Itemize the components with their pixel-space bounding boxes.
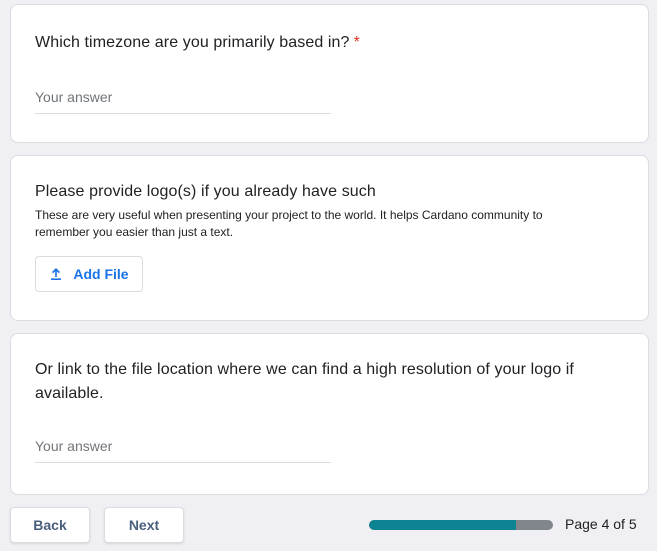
add-file-label: Add File: [73, 266, 129, 282]
page-indicator: Page 4 of 5: [565, 516, 637, 532]
question-title: Which timezone are you primarily based i…: [35, 31, 608, 55]
required-asterisk: *: [353, 34, 360, 51]
question-title: Or link to the file location where we ca…: [35, 361, 574, 402]
add-file-button[interactable]: Add File: [35, 256, 143, 292]
question-title-text: Which timezone are you primarily based i…: [35, 34, 350, 51]
answer-field-container: [35, 434, 331, 463]
progress-bar: [369, 520, 553, 530]
question-card-logo-link: Or link to the file location where we ca…: [10, 333, 649, 495]
answer-field-container: [35, 85, 331, 114]
timezone-answer-input[interactable]: [35, 85, 331, 109]
upload-icon: [51, 268, 62, 280]
question-description: These are very useful when presenting yo…: [35, 208, 543, 239]
logo-link-answer-input[interactable]: [35, 434, 331, 458]
next-button[interactable]: Next: [104, 507, 184, 543]
question-title: Please provide logo(s) if you already ha…: [35, 183, 376, 200]
question-card-timezone: Which timezone are you primarily based i…: [10, 4, 649, 143]
back-button[interactable]: Back: [10, 507, 90, 543]
progress-bar-fill: [369, 520, 517, 530]
question-card-logo-upload: Please provide logo(s) if you already ha…: [10, 155, 649, 321]
